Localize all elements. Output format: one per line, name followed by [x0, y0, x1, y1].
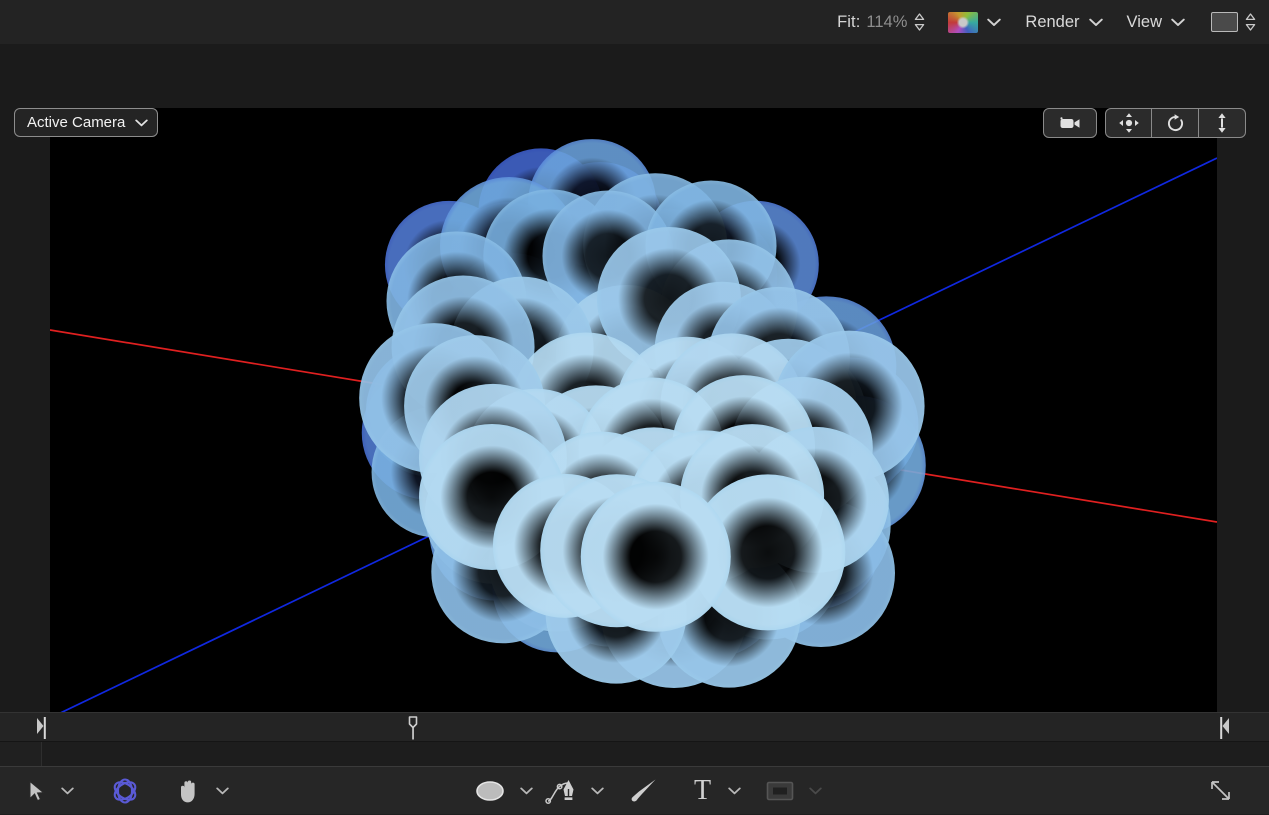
timeline-left-cell: [0, 742, 42, 766]
mask-tool-dropdown[interactable]: [809, 787, 822, 795]
circular-rotate-arrow-icon: [1165, 113, 1186, 134]
color-swatch-control[interactable]: [926, 0, 1001, 44]
arrow-cursor-icon[interactable]: [28, 780, 45, 802]
background-color-control[interactable]: [1185, 0, 1257, 44]
paint-stroke-tool[interactable]: [628, 767, 660, 815]
pan-camera-button[interactable]: [1105, 108, 1152, 138]
text-tool[interactable]: T: [694, 767, 741, 815]
fit-control[interactable]: Fit: 114%: [837, 0, 926, 44]
timeline-secondary-strip: [0, 742, 1269, 766]
active-camera-label: Active Camera: [27, 114, 125, 131]
out-point-marker-icon[interactable]: [1220, 716, 1230, 740]
chevron-down-icon: [1089, 18, 1103, 27]
bottom-toolbar: T: [0, 766, 1269, 814]
timeline-track[interactable]: [0, 713, 1269, 743]
chevron-down-icon: [1171, 18, 1185, 27]
render-menu-label: Render: [1025, 13, 1079, 32]
up-down-stepper-icon[interactable]: [1244, 11, 1257, 33]
text-tool-dropdown[interactable]: [728, 787, 741, 795]
chevron-down-icon: [135, 119, 148, 127]
fit-value: 114%: [866, 13, 907, 32]
playhead-marker-icon[interactable]: [406, 715, 420, 741]
up-down-stepper-icon[interactable]: [913, 11, 926, 33]
bezier-pen-tool-dropdown[interactable]: [591, 787, 604, 795]
select-tool-dropdown[interactable]: [61, 787, 74, 795]
pan-tool[interactable]: [175, 767, 229, 815]
viewport-stage: Active Camera: [0, 44, 1269, 712]
background-color-swatch-icon[interactable]: [1211, 12, 1238, 32]
canvas-3d-viewport[interactable]: [50, 108, 1217, 752]
chevron-down-icon[interactable]: [987, 18, 1001, 27]
timeline-ruler[interactable]: [0, 712, 1269, 742]
in-point-marker-icon[interactable]: [36, 716, 46, 740]
bezier-pen-tool[interactable]: [545, 767, 604, 815]
shape-tool-dropdown[interactable]: [520, 787, 533, 795]
video-camera-icon: [1057, 116, 1083, 130]
resize-handle[interactable]: [1208, 767, 1234, 815]
up-down-arrows-icon: [1214, 112, 1230, 134]
render-menu[interactable]: Render: [1025, 13, 1102, 32]
dolly-camera-button[interactable]: [1199, 108, 1246, 138]
camera-manipulation-button-group: [1105, 108, 1246, 138]
pan-tool-dropdown[interactable]: [216, 787, 229, 795]
active-camera-selector[interactable]: Active Camera: [14, 108, 158, 137]
camera-button[interactable]: [1043, 108, 1097, 138]
particle-replicator-field: [50, 108, 1217, 752]
top-bar: Fit: 114% Render View: [0, 0, 1269, 44]
diagonal-resize-arrow-icon[interactable]: [1208, 778, 1234, 804]
view-menu-label: View: [1127, 13, 1162, 32]
open-hand-icon[interactable]: [175, 778, 201, 804]
text-t-icon[interactable]: T: [694, 777, 711, 805]
color-wheel-swatch-icon[interactable]: [948, 12, 978, 33]
fit-label: Fit:: [837, 13, 860, 32]
rectangle-mask-icon[interactable]: [766, 780, 794, 802]
transform-3d-tool[interactable]: [108, 767, 142, 815]
select-tool[interactable]: [28, 767, 74, 815]
pen-nib-icon[interactable]: [545, 777, 579, 805]
paintbrush-icon[interactable]: [628, 777, 660, 805]
mask-tool[interactable]: [766, 767, 822, 815]
shape-tool[interactable]: [474, 767, 533, 815]
orbit-camera-button[interactable]: [1152, 108, 1199, 138]
camera-view-button-group: [1043, 108, 1097, 138]
ellipse-icon[interactable]: [474, 779, 506, 803]
particle-sphere: [581, 481, 731, 631]
view-menu[interactable]: View: [1127, 13, 1185, 32]
four-way-arrows-icon: [1118, 112, 1140, 134]
atom-orbit-icon[interactable]: [108, 776, 142, 806]
